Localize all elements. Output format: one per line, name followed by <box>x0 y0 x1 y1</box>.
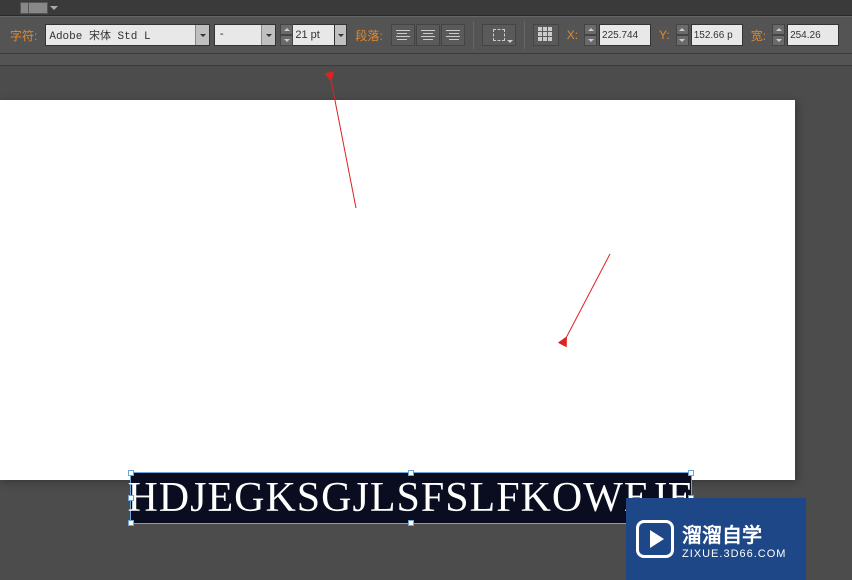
align-group <box>391 24 465 46</box>
x-value-input[interactable]: 225.744 <box>599 24 651 46</box>
resize-handle-bc[interactable] <box>408 520 414 526</box>
canvas-area[interactable]: HDJEGKSGJLSFSLFKOWEJE 溜溜自学 ZIXUE.3D66.CO… <box>0 66 852 530</box>
width-group: 宽: 254.26 <box>747 24 839 46</box>
watermark-url: ZIXUE.3D66.COM <box>682 548 786 560</box>
y-coordinate-group: Y: 152.66 p <box>655 24 743 46</box>
watermark-title: 溜溜自学 <box>682 519 786 548</box>
align-left-button[interactable] <box>391 24 415 46</box>
x-down-icon[interactable] <box>584 35 597 46</box>
font-family-arrow-icon[interactable] <box>195 25 209 45</box>
width-up-icon[interactable] <box>772 24 785 35</box>
resize-handle-tl[interactable] <box>128 470 134 476</box>
options-button[interactable] <box>482 24 516 46</box>
y-up-icon[interactable] <box>676 24 689 35</box>
reference-point-button[interactable] <box>533 24 559 46</box>
reference-point-icon <box>538 27 554 43</box>
y-down-icon[interactable] <box>676 35 689 46</box>
control-toolbar: 字符: Adobe 宋体 Std L - 21 pt 段落: X: <box>0 16 852 54</box>
panel-layout-icon[interactable] <box>20 2 48 14</box>
font-size-value[interactable]: 21 pt <box>293 24 335 46</box>
font-size-arrow-icon[interactable] <box>335 24 347 46</box>
text-frame[interactable]: HDJEGKSGJLSFSLFKOWEJE <box>130 472 692 524</box>
width-value-input[interactable]: 254.26 <box>787 24 839 46</box>
x-coordinate-group: X: 225.744 <box>563 24 651 46</box>
chevron-down-icon <box>507 40 513 43</box>
font-size-stepper[interactable] <box>280 24 293 46</box>
font-weight-combo[interactable]: - <box>214 24 276 46</box>
paragraph-label: 段落: <box>351 27 386 44</box>
font-family-value: Adobe 宋体 Std L <box>46 27 195 43</box>
document-page <box>0 100 795 480</box>
separator <box>473 21 474 49</box>
text-content[interactable]: HDJEGKSGJLSFSLFKOWEJE <box>127 474 694 522</box>
font-weight-value: - <box>215 29 261 41</box>
play-icon <box>636 520 674 558</box>
width-stepper[interactable] <box>772 24 785 46</box>
font-size-up-icon[interactable] <box>280 24 293 35</box>
y-stepper[interactable] <box>676 24 689 46</box>
x-stepper[interactable] <box>584 24 597 46</box>
tab-strip <box>0 0 852 16</box>
watermark-text: 溜溜自学 ZIXUE.3D66.COM <box>682 519 786 560</box>
font-size-spinner[interactable]: 21 pt <box>280 24 347 46</box>
y-label: Y: <box>655 28 674 42</box>
font-size-down-icon[interactable] <box>280 35 293 46</box>
x-up-icon[interactable] <box>584 24 597 35</box>
x-label: X: <box>563 28 582 42</box>
resize-handle-tc[interactable] <box>408 470 414 476</box>
character-label: 字符: <box>6 27 41 44</box>
separator-2 <box>524 21 525 49</box>
ruler-corner <box>0 54 852 66</box>
width-label: 宽: <box>747 27 770 44</box>
width-down-icon[interactable] <box>772 35 785 46</box>
resize-handle-tr[interactable] <box>688 470 694 476</box>
font-weight-arrow-icon[interactable] <box>261 25 275 45</box>
panel-layout-dropdown[interactable] <box>50 6 58 10</box>
font-family-combo[interactable]: Adobe 宋体 Std L <box>45 24 210 46</box>
resize-handle-bl[interactable] <box>128 520 134 526</box>
y-value-input[interactable]: 152.66 p <box>691 24 743 46</box>
resize-handle-ml[interactable] <box>128 495 134 501</box>
align-center-button[interactable] <box>416 24 440 46</box>
watermark: 溜溜自学 ZIXUE.3D66.COM <box>626 498 806 580</box>
align-right-button[interactable] <box>441 24 465 46</box>
